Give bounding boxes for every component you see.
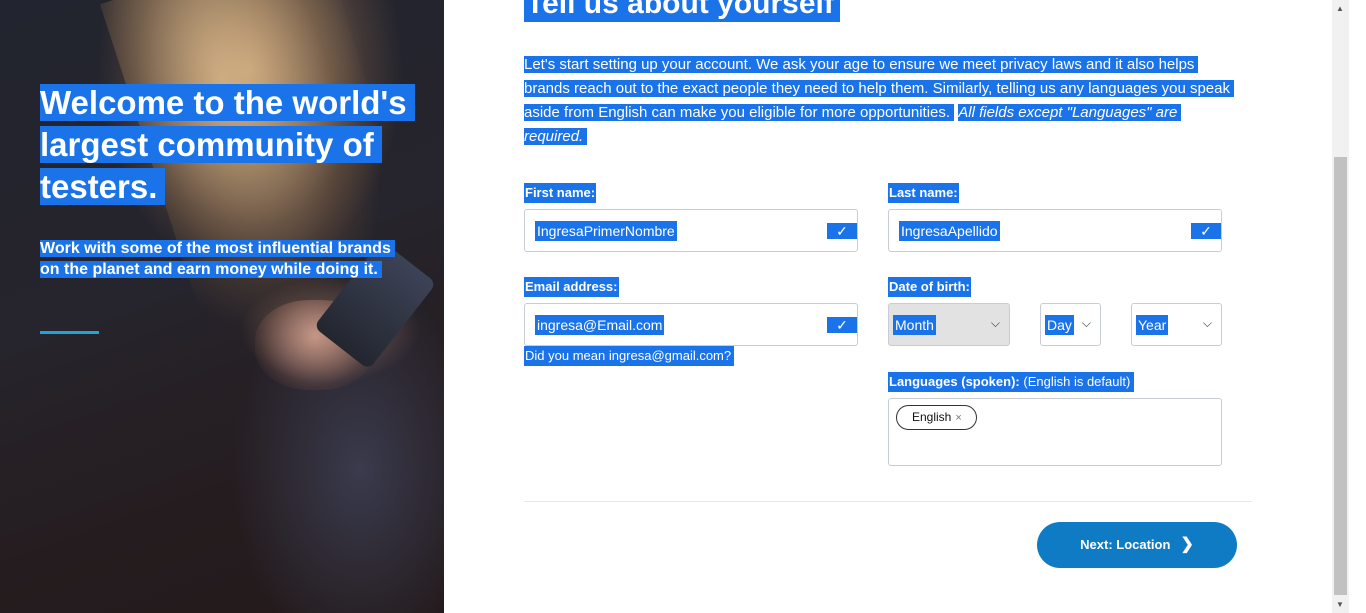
close-icon[interactable]: ×: [955, 412, 961, 424]
next-location-button[interactable]: Next: Location ❯: [1037, 522, 1237, 568]
first-name-label: First name:: [524, 183, 597, 203]
email-suggestion[interactable]: Did you mean ingresa@gmail.com?: [524, 346, 735, 366]
hero-panel: Welcome to the world's largest community…: [0, 0, 444, 613]
chevron-right-icon: ❯: [1180, 536, 1194, 553]
languages-input[interactable]: English ×: [888, 398, 1222, 466]
check-icon: ✓: [827, 223, 857, 239]
dob-day-select[interactable]: Day ⌵: [1040, 303, 1101, 346]
last-name-value: IngresaApellido: [899, 221, 1000, 241]
hero-subtitle: Work with some of the most influential b…: [40, 238, 400, 280]
languages-label-text: Languages (spoken):: [889, 374, 1020, 389]
chevron-down-icon: ⌵: [1202, 316, 1212, 330]
check-icon: ✓: [1191, 223, 1221, 239]
language-chip-label: English: [912, 410, 952, 424]
last-name-label: Last name:: [888, 183, 959, 203]
languages-note: (English is default): [1023, 374, 1131, 389]
hero-title: Welcome to the world's largest community…: [40, 82, 415, 208]
check-icon: ✓: [827, 317, 857, 333]
dob-month-value: Month: [893, 315, 936, 335]
languages-label: Languages (spoken): (English is default): [888, 372, 1135, 392]
page-scrollbar[interactable]: ▲ ▼: [1332, 0, 1349, 613]
form-heading: Tell us about yourself: [524, 0, 840, 22]
dob-year-value: Year: [1136, 315, 1169, 335]
first-name-value: IngresaPrimerNombre: [535, 221, 677, 241]
last-name-field[interactable]: IngresaApellido ✓: [888, 209, 1222, 252]
hero-accent-rule: [40, 331, 99, 334]
email-label: Email address:: [524, 277, 619, 297]
dob-year-select[interactable]: Year ⌵: [1131, 303, 1222, 346]
chevron-down-icon: ⌵: [990, 316, 1000, 330]
email-field[interactable]: ingresa@Email.com ✓: [524, 303, 858, 346]
email-value: ingresa@Email.com: [535, 315, 665, 335]
next-button-label: Next: Location: [1080, 537, 1171, 552]
form-divider: [524, 501, 1252, 502]
dob-label: Date of birth:: [888, 277, 971, 297]
scrollbar-thumb[interactable]: [1334, 157, 1347, 595]
dob-month-select[interactable]: Month ⌵: [888, 303, 1010, 346]
chevron-down-icon: ⌵: [1081, 316, 1091, 330]
scroll-down-icon[interactable]: ▼: [1336, 600, 1344, 609]
first-name-field[interactable]: IngresaPrimerNombre ✓: [524, 209, 858, 252]
language-chip-english[interactable]: English ×: [896, 405, 977, 430]
dob-day-value: Day: [1045, 315, 1074, 335]
scroll-up-icon[interactable]: ▲: [1336, 4, 1344, 13]
form-intro: Let's start setting up your account. We …: [524, 53, 1234, 149]
